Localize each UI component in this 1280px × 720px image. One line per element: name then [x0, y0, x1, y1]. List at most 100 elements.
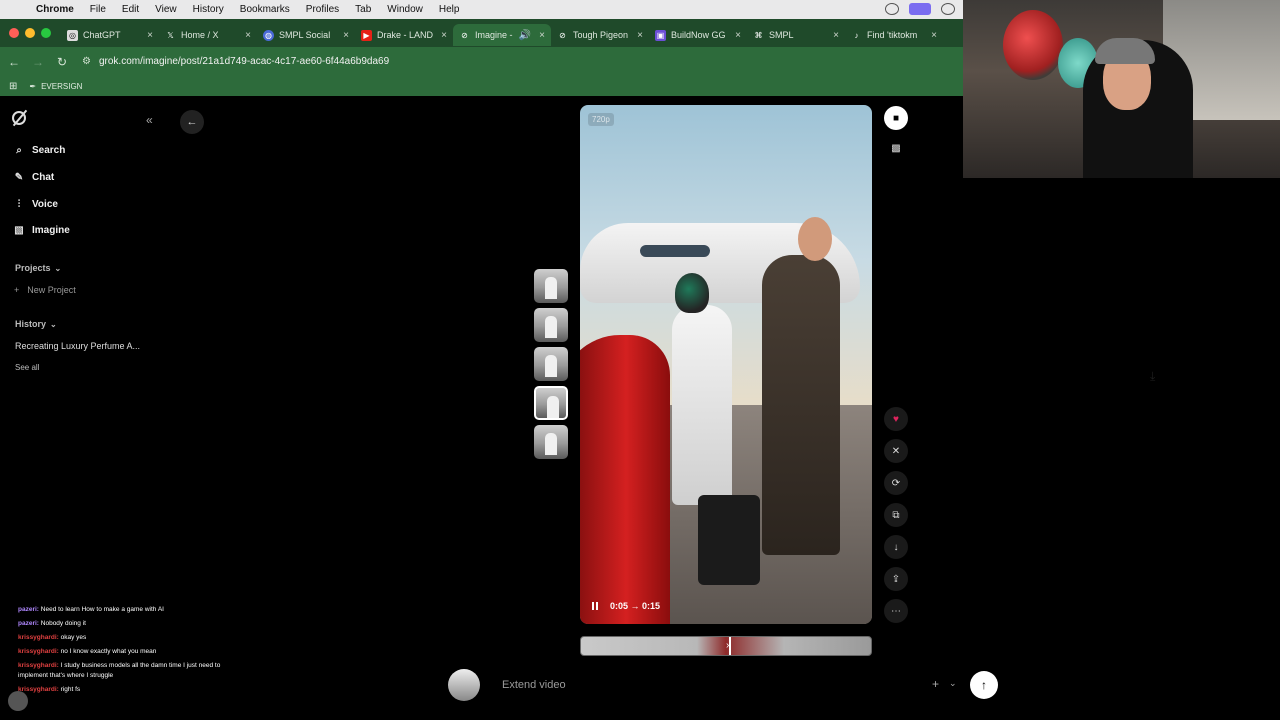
- pigeon-head-graphic: [675, 273, 709, 313]
- close-icon[interactable]: ×: [833, 30, 839, 41]
- tab-tiktok[interactable]: ♪ Find 'tiktokm ×: [845, 24, 943, 46]
- tab-drake[interactable]: ▶ Drake - LAND ×: [355, 24, 453, 46]
- video-timeline-scrubber[interactable]: ›: [580, 636, 872, 656]
- site-settings-icon[interactable]: ⚙: [82, 56, 91, 67]
- image-mode-icon[interactable]: ▩: [884, 136, 908, 160]
- chevron-down-icon: ⌄: [50, 320, 57, 329]
- close-window-button[interactable]: [9, 28, 19, 38]
- sidebar-item-label: Chat: [32, 172, 55, 183]
- x-logo-icon: 𝕏: [167, 30, 174, 40]
- menu-window[interactable]: Window: [387, 4, 423, 15]
- menu-edit[interactable]: Edit: [122, 4, 139, 15]
- jet-window-graphic: [640, 245, 710, 257]
- projects-section-header[interactable]: Projects ⌄: [15, 263, 61, 273]
- collapse-sidebar-icon[interactable]: «: [146, 113, 153, 127]
- reference-image-avatar[interactable]: [448, 669, 480, 701]
- tab-tough-pigeon[interactable]: ⊘ Tough Pigeon ×: [551, 24, 649, 46]
- forward-icon[interactable]: →: [26, 55, 50, 69]
- chat-username: krissyghardi:: [18, 634, 59, 641]
- chat-username: krissyghardi:: [18, 648, 59, 655]
- youtube-icon: ▶: [361, 29, 372, 41]
- share-icon[interactable]: ⇪: [884, 567, 908, 591]
- sidebar-item-chat[interactable]: ✎ Chat: [13, 172, 54, 183]
- menu-bookmarks[interactable]: Bookmarks: [240, 4, 290, 15]
- sidebar-item-voice[interactable]: ⫶ Voice: [13, 199, 58, 210]
- lab-coat-figure-graphic: [672, 305, 732, 505]
- heart-icon[interactable]: ♥: [884, 407, 908, 431]
- chevron-down-icon[interactable]: ⌄: [949, 678, 957, 689]
- sidebar-item-search[interactable]: ⌕ Search: [13, 145, 65, 156]
- video-mode-icon[interactable]: ■: [884, 106, 908, 130]
- submit-arrow-icon[interactable]: ↑: [970, 671, 998, 699]
- variant-thumbnail[interactable]: [534, 347, 568, 381]
- close-icon[interactable]: ×: [441, 30, 447, 41]
- plush-toy-graphic: [1003, 10, 1063, 80]
- menu-help[interactable]: Help: [439, 4, 460, 15]
- grok-logo-icon[interactable]: [12, 111, 26, 125]
- status-icon[interactable]: [885, 3, 899, 15]
- menu-view[interactable]: View: [155, 4, 177, 15]
- screen-share-icon[interactable]: [909, 3, 931, 15]
- tab-home-x[interactable]: 𝕏 Home / X ×: [159, 24, 257, 46]
- pause-icon[interactable]: [592, 602, 598, 610]
- url-field[interactable]: ⚙ grok.com/imagine/post/21a1d749-acac-4c…: [82, 56, 389, 67]
- close-icon[interactable]: ×: [735, 30, 741, 41]
- close-icon[interactable]: ×: [147, 30, 153, 41]
- regenerate-icon[interactable]: ⟳: [884, 471, 908, 495]
- menu-file[interactable]: File: [90, 4, 106, 15]
- see-all-link[interactable]: See all: [15, 363, 39, 372]
- tab-imagine[interactable]: ⊘ Imagine - 🔊 ×: [453, 24, 551, 46]
- avatar[interactable]: [8, 691, 28, 711]
- download-icon[interactable]: ↓: [884, 535, 908, 559]
- chat-message: krissyghardi: okay yes: [18, 631, 248, 645]
- new-project-button[interactable]: + New Project: [14, 285, 76, 295]
- menu-profiles[interactable]: Profiles: [306, 4, 339, 15]
- timeline-selected-segment[interactable]: [581, 637, 731, 655]
- close-icon[interactable]: ×: [539, 30, 545, 41]
- tab-title: Drake - LAND: [377, 30, 434, 40]
- close-icon[interactable]: ×: [245, 30, 251, 41]
- edit-image-icon[interactable]: ⧉: [884, 503, 908, 527]
- close-icon[interactable]: ×: [343, 30, 349, 41]
- close-icon[interactable]: ×: [931, 30, 937, 41]
- more-options-icon[interactable]: ⋯: [884, 599, 908, 623]
- plus-icon[interactable]: +: [932, 677, 939, 691]
- menu-history[interactable]: History: [193, 4, 224, 15]
- apps-grid-icon[interactable]: ⊞: [9, 81, 17, 92]
- minimize-window-button[interactable]: [25, 28, 35, 38]
- camera-icon[interactable]: [941, 3, 955, 15]
- chevron-down-icon: ⌄: [54, 264, 62, 273]
- tab-buildnow[interactable]: ▣ BuildNow GG ×: [649, 24, 747, 46]
- reload-icon[interactable]: ↻: [50, 55, 74, 69]
- bookmark-eversign[interactable]: ✒ EVERSIGN: [29, 82, 82, 91]
- sidebar: « ⌕ Search ✎ Chat ⫶ Voice ▧ Imagine Proj…: [0, 101, 220, 720]
- chatgpt-icon: ◎: [67, 29, 78, 41]
- grok-imagine-page: « ⌕ Search ✎ Chat ⫶ Voice ▧ Imagine Proj…: [0, 101, 1280, 720]
- variant-thumbnail-selected[interactable]: [534, 386, 568, 420]
- x-share-icon[interactable]: ✕: [884, 439, 908, 463]
- tab-chatgpt[interactable]: ◎ ChatGPT ×: [61, 24, 159, 46]
- history-item[interactable]: Recreating Luxury Perfume A...: [15, 341, 140, 351]
- close-icon[interactable]: ×: [637, 30, 643, 41]
- tab-smpl-social[interactable]: ◍ SMPL Social ×: [257, 24, 355, 46]
- menu-app-name[interactable]: Chrome: [36, 4, 74, 15]
- sidebar-item-imagine[interactable]: ▧ Imagine: [13, 225, 70, 236]
- variant-thumbnail[interactable]: [534, 308, 568, 342]
- video-player[interactable]: 720p 0:05 → 0:15: [580, 105, 872, 624]
- businessman-graphic: [762, 255, 840, 555]
- audio-icon[interactable]: 🔊: [519, 30, 531, 41]
- bookmarks-bar: ⊞ ✒ EVERSIGN: [0, 76, 963, 96]
- menu-tab[interactable]: Tab: [355, 4, 371, 15]
- app-icon: ▣: [655, 29, 666, 41]
- tab-smpl[interactable]: ⌘ SMPL ×: [747, 24, 845, 46]
- variant-thumbnail[interactable]: [534, 425, 568, 459]
- back-arrow-icon[interactable]: ←: [180, 110, 204, 134]
- back-icon[interactable]: ←: [2, 55, 26, 69]
- current-time: 0:05: [610, 601, 629, 611]
- scrubber-handle-icon[interactable]: ›: [726, 640, 729, 651]
- search-icon: ⌕: [16, 145, 22, 156]
- variant-thumbnail[interactable]: [534, 269, 568, 303]
- extend-video-input[interactable]: [492, 669, 922, 701]
- history-section-header[interactable]: History ⌄: [15, 319, 57, 329]
- zoom-window-button[interactable]: [41, 28, 51, 38]
